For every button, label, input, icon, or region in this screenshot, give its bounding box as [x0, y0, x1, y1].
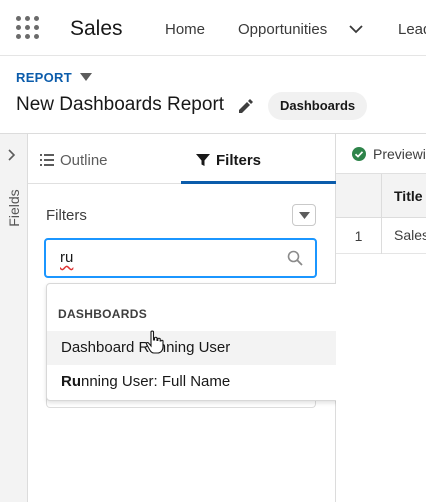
report-header: REPORT New Dashboards Report Dashboards	[0, 56, 426, 134]
success-check-icon	[352, 147, 366, 161]
app-name: Sales	[70, 17, 123, 40]
table-header: Title	[336, 174, 426, 218]
filter-search-input[interactable]: ru	[44, 238, 317, 278]
filters-heading: Filters	[46, 207, 87, 224]
option-label-rest: nning User: Full Name	[81, 373, 231, 390]
report-title: New Dashboards Report	[16, 94, 225, 115]
tab-filters[interactable]: Filters	[196, 152, 261, 169]
fields-panel-collapsed[interactable]: Fields	[0, 134, 28, 502]
nav-tab-opportunities[interactable]: Opportunities	[238, 21, 327, 38]
match-highlight: Ru	[61, 373, 81, 390]
app-launcher-icon[interactable]	[16, 16, 40, 40]
nav-tab-leads[interactable]: Lead	[398, 21, 426, 38]
column-header-title[interactable]: Title	[394, 188, 423, 204]
global-nav: Sales Home Opportunities Lead	[0, 0, 426, 56]
row-number-header	[336, 174, 382, 218]
filter-icon	[196, 154, 210, 166]
search-input-value: ru	[60, 249, 74, 266]
caret-down-icon	[299, 212, 310, 219]
filters-menu-button[interactable]	[292, 204, 316, 226]
list-icon	[40, 154, 54, 166]
tab-outline[interactable]: Outline	[40, 152, 108, 169]
report-type-label[interactable]: REPORT	[16, 70, 72, 85]
fields-panel-label: Fields	[6, 189, 22, 227]
pencil-icon[interactable]	[236, 97, 254, 115]
table-cell-title: Sales	[394, 227, 426, 243]
tab-outline-label: Outline	[60, 152, 108, 169]
caret-down-icon[interactable]	[80, 73, 92, 81]
panel-tabs: Outline Filters	[28, 134, 336, 184]
preview-status-bar: Previewing	[336, 134, 426, 174]
tab-filters-label: Filters	[216, 152, 262, 169]
nav-tab-home[interactable]: Home	[165, 21, 205, 38]
chevron-right-icon[interactable]	[4, 148, 18, 162]
search-icon	[287, 250, 303, 266]
active-tab-indicator	[181, 181, 336, 184]
table-row: 1 Sales	[336, 218, 426, 254]
preview-status-text: Previewing	[373, 146, 426, 162]
row-number: 1	[336, 218, 382, 254]
dropdown-group-heading: DASHBOARDS	[58, 307, 148, 321]
chevron-down-icon[interactable]	[348, 22, 364, 36]
report-preview: Previewing Title 1 Sales	[336, 134, 426, 502]
folder-badge: Dashboards	[268, 92, 368, 120]
hand-cursor-icon	[145, 330, 164, 354]
